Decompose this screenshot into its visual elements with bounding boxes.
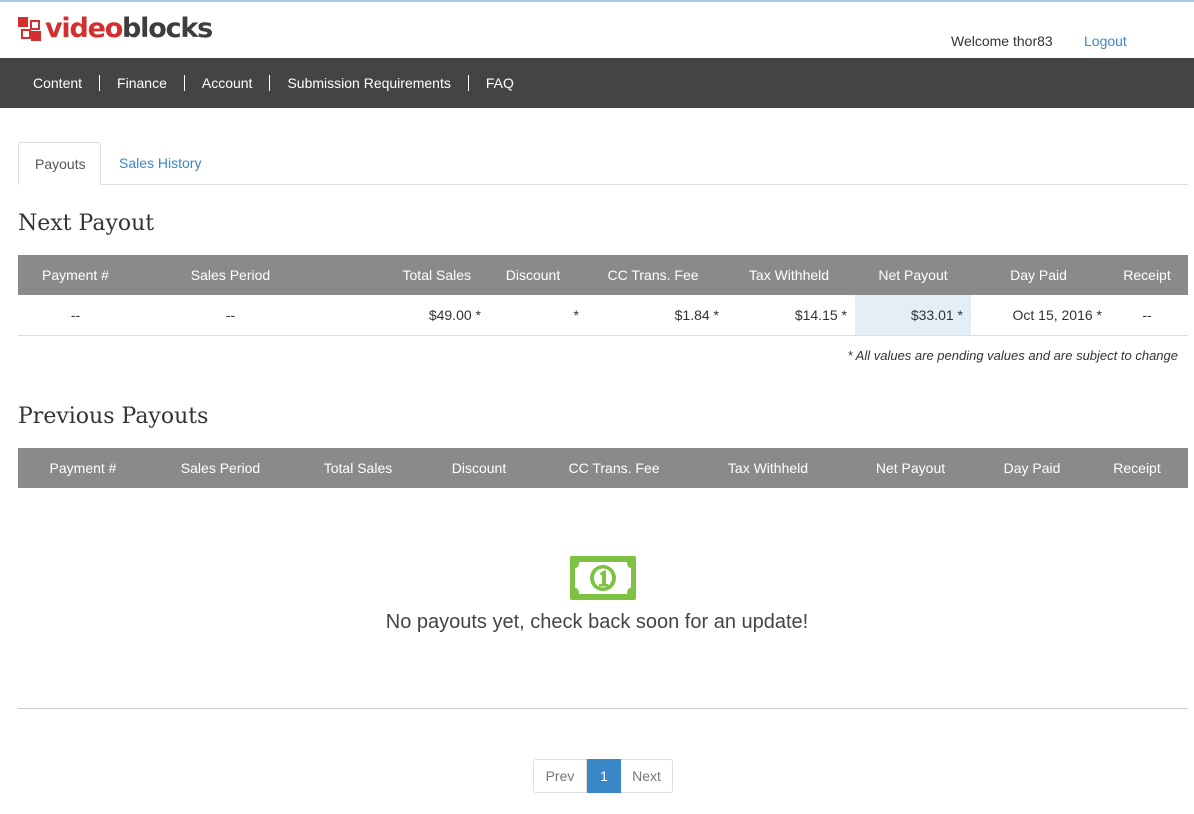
- cell-net-payout: $33.01 *: [855, 295, 971, 336]
- tab-bar: Payouts Sales History: [18, 142, 1188, 185]
- tab-payouts[interactable]: Payouts: [18, 142, 101, 185]
- column-header-sales-period[interactable]: Sales Period: [133, 255, 328, 295]
- film-blocks-icon: [18, 17, 42, 41]
- nav-item-submission-requirements[interactable]: Submission Requirements: [270, 75, 469, 91]
- cell-cc-fee: $1.84 *: [583, 295, 723, 336]
- column-header-discount[interactable]: Discount: [423, 448, 535, 488]
- column-header-sales-period[interactable]: Sales Period: [148, 448, 293, 488]
- column-header-receipt[interactable]: Receipt: [1106, 255, 1188, 295]
- prev-page-button[interactable]: Prev: [533, 759, 587, 793]
- empty-state-message: No payouts yet, check back soon for an u…: [385, 611, 809, 633]
- column-header-payment[interactable]: Payment #: [18, 448, 148, 488]
- column-header-total-sales[interactable]: Total Sales: [293, 448, 423, 488]
- pagination: Prev 1 Next: [533, 759, 673, 793]
- column-header-day-paid[interactable]: Day Paid: [978, 448, 1086, 488]
- table-header-row: Payment # Sales Period Total Sales Disco…: [18, 255, 1188, 295]
- pending-values-note: * All values are pending values and are …: [847, 348, 1178, 363]
- logo[interactable]: videoblocks: [18, 13, 213, 45]
- column-header-net-payout[interactable]: Net Payout: [843, 448, 978, 488]
- column-header-cc-fee[interactable]: CC Trans. Fee: [583, 255, 723, 295]
- cell-receipt: --: [1106, 295, 1188, 336]
- cell-tax-withheld: $14.15 *: [723, 295, 855, 336]
- section-divider: [18, 708, 1188, 709]
- logout-link[interactable]: Logout: [1084, 33, 1127, 49]
- column-header-receipt[interactable]: Receipt: [1086, 448, 1188, 488]
- column-header-tax-withheld[interactable]: Tax Withheld: [693, 448, 843, 488]
- site-header: videoblocks Welcome thor83 Logout: [0, 2, 1194, 58]
- previous-payouts-table: Payment # Sales Period Total Sales Disco…: [18, 448, 1188, 488]
- nav-item-faq[interactable]: FAQ: [469, 75, 531, 91]
- logo-wordmark: videoblocks: [45, 13, 213, 44]
- nav-item-account[interactable]: Account: [185, 75, 271, 91]
- cell-discount: *: [483, 295, 583, 336]
- nav-item-finance[interactable]: Finance: [100, 75, 185, 91]
- cell-total-sales: $49.00 *: [328, 295, 483, 336]
- column-header-tax-withheld[interactable]: Tax Withheld: [723, 255, 855, 295]
- main-navbar: Content Finance Account Submission Requi…: [0, 58, 1194, 108]
- next-page-button[interactable]: Next: [621, 759, 673, 793]
- column-header-net-payout[interactable]: Net Payout: [855, 255, 971, 295]
- cell-sales-period: --: [133, 295, 328, 336]
- column-header-day-paid[interactable]: Day Paid: [971, 255, 1106, 295]
- previous-payouts-heading: Previous Payouts: [18, 404, 209, 429]
- column-header-cc-fee[interactable]: CC Trans. Fee: [535, 448, 693, 488]
- next-payout-table: Payment # Sales Period Total Sales Disco…: [18, 255, 1188, 336]
- column-header-total-sales[interactable]: Total Sales: [328, 255, 483, 295]
- nav-menu: Content Finance Account Submission Requi…: [16, 58, 531, 108]
- nav-item-content[interactable]: Content: [16, 75, 101, 91]
- column-header-discount[interactable]: Discount: [483, 255, 583, 295]
- welcome-text: Welcome thor83: [951, 33, 1053, 49]
- tab-sales-history[interactable]: Sales History: [103, 142, 217, 184]
- table-header-row: Payment # Sales Period Total Sales Disco…: [18, 448, 1188, 488]
- cell-payment: --: [18, 295, 133, 336]
- table-row: -- -- $49.00 * * $1.84 * $14.15 * $33.01…: [18, 295, 1188, 336]
- column-header-payment[interactable]: Payment #: [18, 255, 133, 295]
- cell-day-paid: Oct 15, 2016 *: [971, 295, 1106, 336]
- dollar-bill-icon: [570, 556, 636, 600]
- next-payout-heading: Next Payout: [18, 211, 155, 236]
- page-1-button[interactable]: 1: [587, 759, 621, 793]
